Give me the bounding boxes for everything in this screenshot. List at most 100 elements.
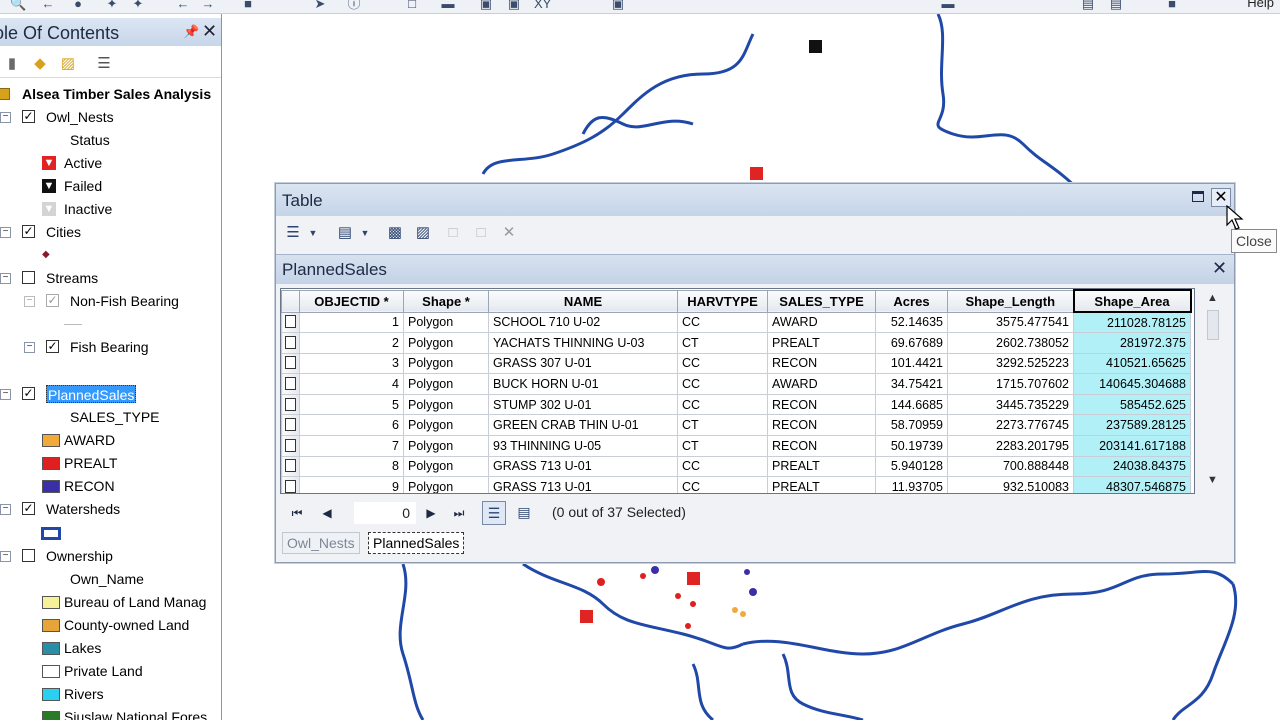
cell-objectid[interactable]: 3 [299, 352, 404, 375]
cell-shape[interactable]: Polygon [403, 435, 489, 457]
fixed-zoom-icon[interactable]: ✦ [130, 0, 146, 11]
cell-acres[interactable]: 52.14635 [875, 311, 948, 334]
cell-acres[interactable]: 101.4421 [875, 352, 948, 375]
select-features-icon[interactable]: ■ [240, 0, 256, 11]
cell-name[interactable]: GRASS 713 U-01 [488, 476, 678, 493]
layer-checkbox[interactable] [22, 271, 35, 284]
scrollbar-thumb[interactable] [1207, 310, 1219, 340]
back-extent-icon[interactable]: ← [175, 0, 191, 11]
cell-name[interactable]: GRASS 307 U-01 [488, 352, 678, 375]
layer-checkbox[interactable]: ✓ [22, 387, 35, 400]
collapse-icon[interactable]: − [24, 296, 35, 307]
cell-objectid[interactable]: 2 [299, 332, 404, 354]
layer-checkbox[interactable] [22, 549, 35, 562]
cell-acres[interactable]: 69.67689 [875, 332, 948, 354]
cell-harvtype[interactable]: CT [677, 414, 768, 437]
column-header[interactable]: Shape * [403, 289, 489, 313]
last-record-icon[interactable]: ⏭ [450, 505, 468, 521]
collapse-icon[interactable]: − [24, 342, 35, 353]
column-header-selected[interactable]: Shape_Area [1072, 289, 1192, 313]
table-row[interactable]: 3 Polygon GRASS 307 U-01 CC RECON 101.44… [281, 352, 1191, 375]
cell-shape[interactable]: Polygon [403, 414, 489, 437]
cell-sales-type[interactable]: AWARD [767, 373, 876, 395]
cell-shape[interactable]: Polygon [403, 332, 489, 354]
column-header[interactable]: NAME [488, 289, 678, 313]
close-table-icon[interactable]: ✕ [1212, 258, 1227, 279]
layer-planned-sales[interactable]: − ✓ PlannedSales [0, 383, 221, 405]
table-row[interactable]: 6 Polygon GREEN CRAB THIN U-01 CT RECON … [281, 414, 1191, 437]
layer-cities[interactable]: − ✓ Cities [0, 221, 221, 243]
cell-shape-area[interactable]: 48307.546875 [1073, 476, 1191, 493]
switch-selection-icon[interactable]: ▨ [412, 223, 434, 243]
cell-acres[interactable]: 144.6685 [875, 393, 948, 416]
pan-icon[interactable]: ← [40, 0, 56, 11]
show-selected-records-icon[interactable]: ▤ [514, 501, 534, 523]
table-row[interactable]: 7 Polygon 93 THINNING U-05 CT RECON 50.1… [281, 435, 1191, 457]
table-row[interactable]: 1 Polygon SCHOOL 710 U-02 CC AWARD 52.14… [281, 311, 1191, 334]
cell-acres[interactable]: 58.70959 [875, 414, 948, 437]
cell-sales-type[interactable]: RECON [767, 435, 876, 457]
sublayer-checkbox[interactable]: ✓ [46, 294, 59, 307]
layer-checkbox[interactable]: ✓ [22, 225, 35, 238]
cell-shape-length[interactable]: 3575.477541 [947, 311, 1074, 334]
time-slider-icon[interactable]: ▣ [610, 0, 626, 11]
dropdown-arrow-icon[interactable]: ▼ [354, 223, 376, 243]
layer-checkbox[interactable]: ✓ [22, 502, 35, 515]
help-menu[interactable]: Help [1247, 0, 1274, 10]
cell-shape[interactable]: Polygon [403, 455, 489, 478]
cell-shape[interactable]: Polygon [403, 311, 489, 334]
table-icon[interactable]: ▤ [1080, 0, 1096, 11]
cell-shape-length[interactable]: 1715.707602 [947, 373, 1074, 395]
table-row[interactable]: 9 Polygon GRASS 713 U-01 CC PREALT 11.93… [281, 476, 1191, 493]
collapse-icon[interactable]: − [0, 551, 11, 562]
cell-name[interactable]: 93 THINNING U-05 [488, 435, 678, 457]
clear-selection-icon[interactable]: □ [442, 223, 464, 243]
table-titlebar[interactable]: Table ✕ [276, 184, 1234, 216]
cell-harvtype[interactable]: CC [677, 476, 768, 493]
row-selector[interactable] [281, 414, 300, 437]
next-record-icon[interactable]: ▶ [422, 505, 440, 521]
row-selector[interactable] [281, 352, 300, 375]
options-icon[interactable]: ☰ [94, 54, 114, 74]
layer-checkbox[interactable]: ✓ [22, 110, 35, 123]
cell-shape-area[interactable]: 211028.78125 [1073, 311, 1191, 334]
catalog-icon[interactable]: ▤ [1108, 0, 1124, 11]
scroll-down-icon[interactable]: ▼ [1207, 474, 1218, 486]
cell-sales-type[interactable]: RECON [767, 414, 876, 437]
search-window-icon[interactable]: ■ [1164, 0, 1180, 11]
cell-shape-length[interactable]: 700.888448 [947, 455, 1074, 478]
cell-sales-type[interactable]: PREALT [767, 332, 876, 354]
toc-close-icon[interactable]: ✕ [202, 21, 217, 42]
table-row[interactable]: 4 Polygon BUCK HORN U-01 CC AWARD 34.754… [281, 373, 1191, 395]
zoom-in-icon[interactable]: 🔍 [10, 0, 26, 11]
cell-objectid[interactable]: 6 [299, 414, 404, 437]
record-number-input[interactable]: 0 [354, 502, 416, 524]
cell-acres[interactable]: 34.75421 [875, 373, 948, 395]
cell-acres[interactable]: 11.93705 [875, 476, 948, 493]
cell-name[interactable]: YACHATS THINNING U-03 [488, 332, 678, 354]
row-selector[interactable] [281, 435, 300, 457]
cell-objectid[interactable]: 5 [299, 393, 404, 416]
cell-acres[interactable]: 5.940128 [875, 455, 948, 478]
select-by-attributes-icon[interactable]: ▩ [384, 223, 406, 243]
cell-name[interactable]: SCHOOL 710 U-02 [488, 311, 678, 334]
row-selector-header[interactable] [281, 289, 300, 313]
layer-watersheds[interactable]: − ✓ Watersheds [0, 498, 221, 520]
pin-icon[interactable]: 📌 [183, 24, 199, 40]
collapse-icon[interactable]: − [0, 273, 11, 284]
maximize-icon[interactable] [1192, 191, 1204, 202]
cell-shape-length[interactable]: 2283.201795 [947, 435, 1074, 457]
cell-shape-length[interactable]: 932.510083 [947, 476, 1074, 493]
find-route-icon[interactable]: ▣ [506, 0, 522, 11]
sublayer-fish[interactable]: − ✓ Fish Bearing [0, 336, 221, 358]
cell-objectid[interactable]: 9 [299, 476, 404, 493]
show-all-records-icon[interactable]: ☰ [482, 501, 506, 525]
cell-shape[interactable]: Polygon [403, 373, 489, 395]
tab-planned-sales[interactable]: PlannedSales [368, 532, 465, 554]
cell-sales-type[interactable]: PREALT [767, 455, 876, 478]
cell-objectid[interactable]: 1 [299, 311, 404, 334]
cell-harvtype[interactable]: CC [677, 311, 768, 334]
collapse-icon[interactable]: − [0, 227, 11, 238]
row-selector[interactable] [281, 332, 300, 354]
layer-streams[interactable]: − Streams [0, 267, 221, 289]
